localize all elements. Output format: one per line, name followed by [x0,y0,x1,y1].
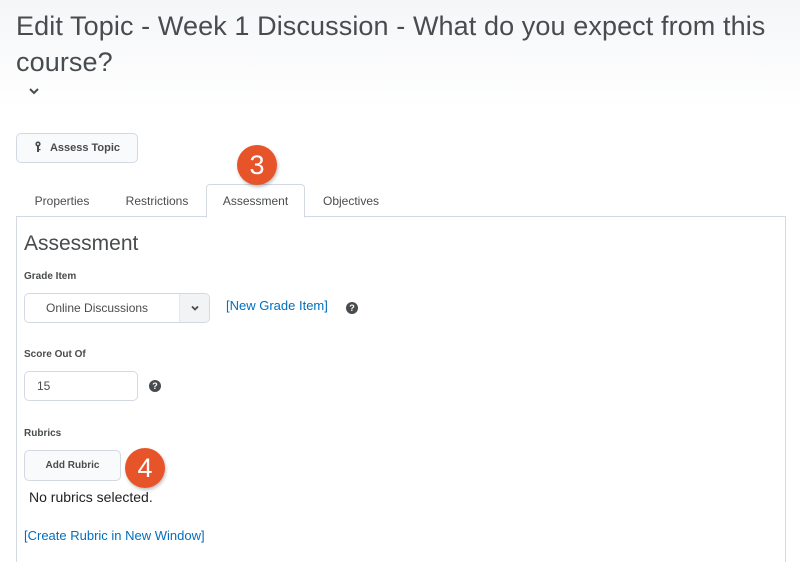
no-rubrics-text: No rubrics selected. [29,489,153,505]
chevron-down-icon[interactable] [27,84,41,98]
annotation-badge-3: 3 [237,145,277,185]
chevron-down-icon [179,294,209,322]
new-grade-item-link[interactable]: [New Grade Item] [226,298,328,313]
score-out-of-label: Score Out Of [24,349,86,360]
assess-topic-label: Assess Topic [49,142,121,154]
key-icon [34,140,42,156]
grade-item-select[interactable]: Online Discussions [24,293,210,323]
create-rubric-link[interactable]: [Create Rubric in New Window] [24,528,205,543]
question-circle-icon[interactable]: ? [149,380,161,392]
tab-properties[interactable]: Properties [16,184,108,217]
page-title: Edit Topic - Week 1 Discussion - What do… [16,11,766,77]
tab-objectives[interactable]: Objectives [313,184,389,217]
section-title: Assessment [24,232,139,255]
assess-topic-button[interactable]: Assess Topic [16,133,138,163]
annotation-badge-4: 4 [125,448,165,488]
tab-assessment[interactable]: Assessment [206,184,305,218]
score-out-of-input[interactable] [24,371,138,401]
question-circle-icon[interactable]: ? [346,302,358,314]
grade-item-label: Grade Item [24,271,77,282]
rubrics-label: Rubrics [24,428,62,439]
add-rubric-button[interactable]: Add Rubric [24,450,121,481]
tab-bar: Properties Restrictions Assessment Objec… [16,184,786,218]
tab-restrictions[interactable]: Restrictions [116,184,198,217]
grade-item-value: Online Discussions [46,301,149,315]
